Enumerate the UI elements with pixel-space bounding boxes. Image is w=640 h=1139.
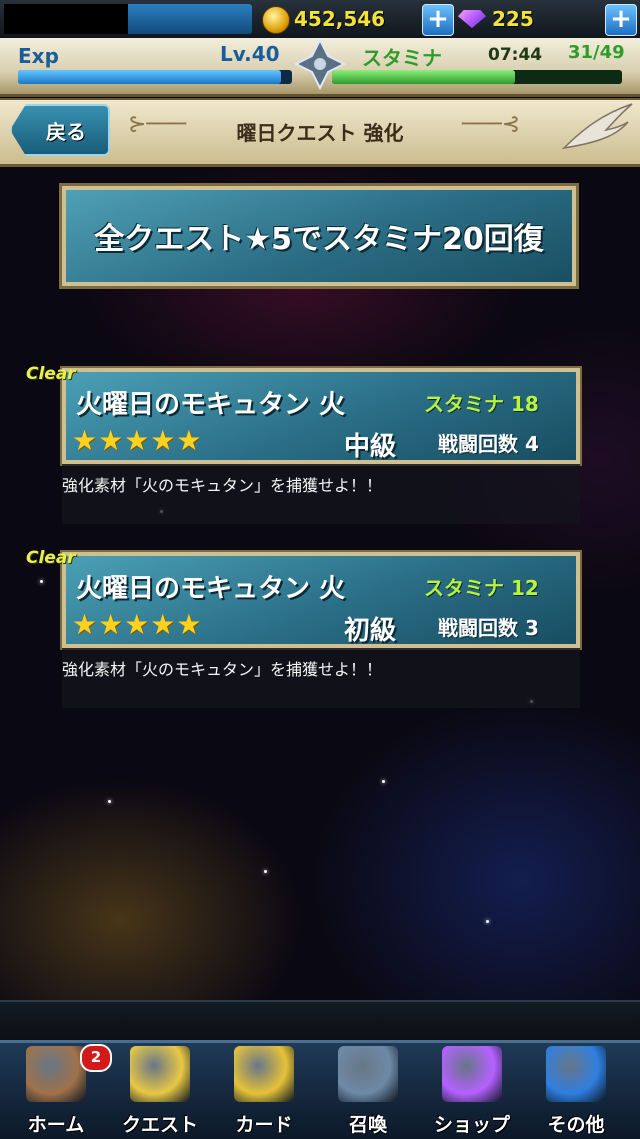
quest-stamina: スタミナ 12: [424, 576, 539, 600]
tab-shop[interactable]: ショップ: [420, 1040, 524, 1136]
tab-label: クエスト: [121, 1114, 198, 1136]
exp-bar-fill: [18, 70, 282, 84]
coin-icon: [262, 6, 290, 34]
tab-label: その他: [547, 1114, 605, 1136]
stamina-bar: [332, 70, 622, 84]
quest-battle-count: 戦闘回数 4: [438, 432, 539, 456]
ornament-right-icon: ───⊰: [462, 112, 521, 137]
stamina-label: スタミナ: [362, 46, 442, 70]
tab-label: 召喚: [348, 1114, 387, 1136]
home-icon: [26, 1046, 86, 1102]
level-label: Lv.40: [220, 42, 280, 66]
tab-other[interactable]: その他: [524, 1040, 628, 1136]
tab-label: カード: [235, 1114, 293, 1136]
summon-icon: [338, 1046, 398, 1102]
quest-title: 火曜日のモキュタン 火: [76, 390, 346, 420]
clear-badge: Clear: [26, 364, 76, 384]
tab-summon[interactable]: 召喚: [316, 1040, 420, 1136]
quest-icon: [130, 1046, 190, 1102]
bottom-ornament-trim: [0, 1000, 640, 1042]
player-name-bar: [128, 4, 252, 34]
quest-star-rating: ★★★★★: [72, 608, 203, 641]
coin-count: 452,546: [294, 7, 386, 31]
tab-quest[interactable]: クエスト: [108, 1040, 212, 1136]
quest-battle-count: 戦闘回数 3: [438, 616, 539, 640]
quest-difficulty: 中級: [344, 432, 397, 462]
quest-description: 強化素材「火のモキュタン」を捕獲せよ！！: [62, 648, 580, 708]
exp-label: Exp: [18, 44, 59, 68]
page-title: 曜日クエスト 強化: [236, 121, 404, 145]
quest-description: 強化素材「火のモキュタン」を捕獲せよ！！: [62, 464, 580, 524]
player-name-box: [4, 4, 128, 34]
add-coins-button[interactable]: +: [422, 4, 454, 36]
stamina-count: 31/49: [568, 42, 625, 63]
top-status-bar: 452,546 + 225 +: [0, 0, 640, 39]
stamina-bonus-banner[interactable]: 全クエスト★5でスタミナ20回復: [59, 183, 579, 289]
shop-gem-icon: [442, 1046, 502, 1102]
quest-difficulty: 初級: [344, 616, 397, 646]
add-gems-button[interactable]: +: [605, 4, 637, 36]
card-icon: [234, 1046, 294, 1102]
exp-bar: [18, 70, 292, 84]
quest-title: 火曜日のモキュタン 火: [76, 574, 346, 604]
stamina-timer: 07:44: [488, 45, 543, 65]
tab-card[interactable]: カード: [212, 1040, 316, 1136]
tab-label: ホーム: [27, 1114, 85, 1136]
other-icon: [546, 1046, 606, 1102]
quest-stamina: スタミナ 18: [424, 392, 539, 416]
stamina-bar-fill: [332, 70, 515, 84]
quest-star-rating: ★★★★★: [72, 424, 203, 457]
gem-count: 225: [492, 7, 534, 31]
gem-icon: [458, 10, 486, 28]
clear-badge: Clear: [26, 548, 76, 568]
wing-ornament-icon: [562, 103, 633, 150]
tab-label: ショップ: [433, 1114, 510, 1136]
tab-home[interactable]: 2 ホーム: [4, 1040, 112, 1136]
